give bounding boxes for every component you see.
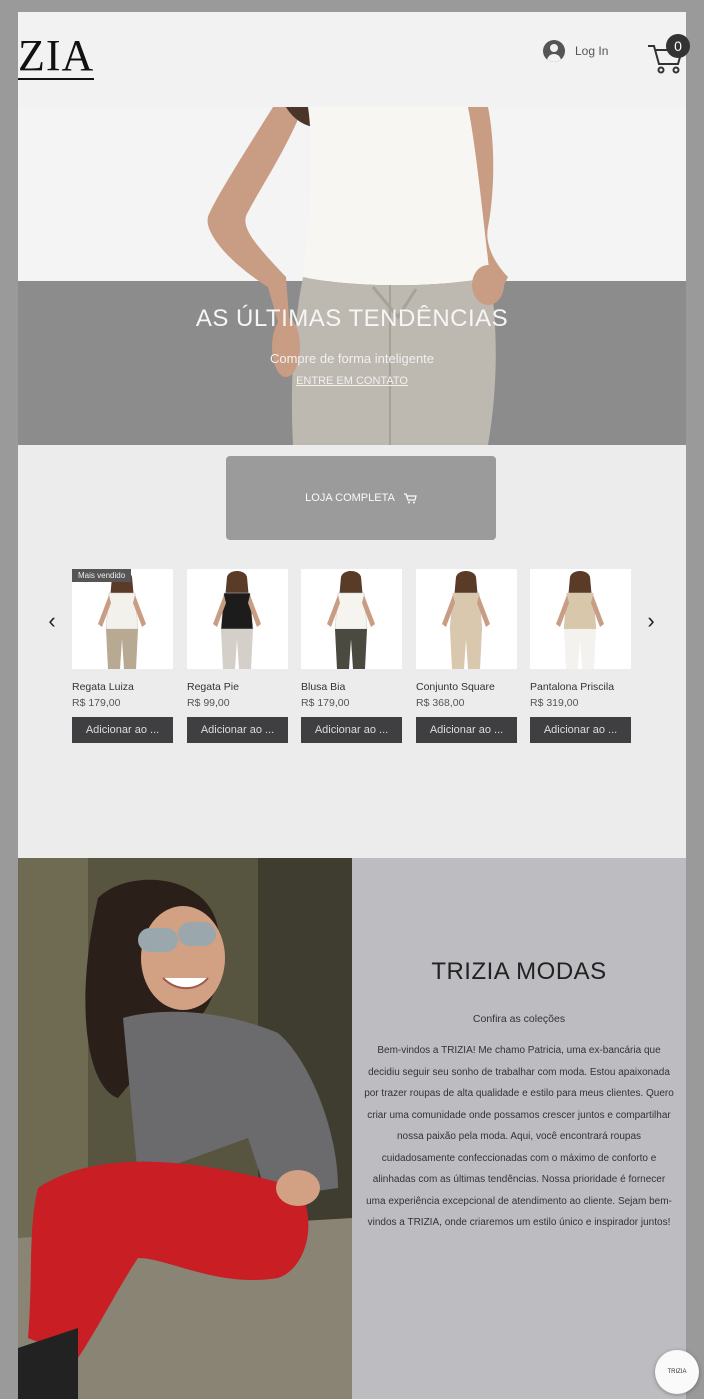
about-subtitle: Confira as coleções [472, 1013, 566, 1025]
hero-banner: AS ÚLTIMAS TENDÊNCIAS Compre de forma in… [18, 107, 686, 445]
chat-button[interactable]: TRIZIA [655, 1350, 699, 1394]
about-body: Bem-vindos a TRIZIA! Me chamo Patricia, … [364, 1045, 674, 1228]
product-name[interactable]: Conjunto Square [416, 681, 517, 693]
product-price: R$ 179,00 [301, 697, 350, 709]
login-button[interactable]: Log In [543, 40, 608, 62]
product-price: R$ 99,00 [187, 697, 230, 709]
product-price: R$ 319,00 [530, 697, 579, 709]
product-card[interactable]: Pantalona Priscila R$ 319,00 Adicionar ao … [530, 569, 631, 743]
page: ZIA Log In AS ÚLTIMAS TENDÊNCIAS Compre … [18, 12, 686, 1399]
contact-link[interactable]: ENTRE EM CONTATO [18, 375, 686, 387]
bestseller-badge: Mais vendido [72, 569, 132, 582]
product-image[interactable] [530, 569, 631, 669]
add-to-cart-button[interactable]: Adicionar ao ... [530, 717, 631, 743]
product-card[interactable]: Regata Pie R$ 99,00 Adicionar ao ... [187, 569, 288, 743]
product-name[interactable]: Regata Luiza [72, 681, 173, 693]
carousel-prev-button[interactable]: ‹ [42, 608, 62, 634]
product-card[interactable]: Blusa Bia R$ 179,00 Adicionar ao ... [301, 569, 402, 743]
product-photo [213, 571, 261, 669]
shop-all-label: LOJA COMPLETA [305, 492, 395, 504]
user-icon [543, 40, 565, 62]
product-price: R$ 368,00 [416, 697, 465, 709]
product-image[interactable] [301, 569, 402, 669]
add-to-cart-button[interactable]: Adicionar ao ... [187, 717, 288, 743]
shop-all-button[interactable]: LOJA COMPLETA [226, 456, 496, 540]
hero-model-image [207, 107, 508, 445]
hero-title: AS ÚLTIMAS TENDÊNCIAS [195, 305, 509, 332]
cart-icon [403, 493, 417, 504]
product-name[interactable]: Pantalona Priscila [530, 681, 631, 693]
cart-count-badge[interactable]: 0 [666, 34, 690, 58]
product-image[interactable] [416, 569, 517, 669]
product-name[interactable]: Regata Pie [187, 681, 288, 693]
product-image[interactable]: Mais vendido [72, 569, 173, 669]
chat-label: TRIZIA [667, 1369, 687, 1375]
about-photo [18, 858, 352, 1399]
hero-subtitle: Compre de forma inteligente [269, 351, 435, 366]
product-card[interactable]: Mais vendido Regata Luiza R$ 179,00 Adicion… [72, 569, 173, 743]
product-photo [327, 571, 375, 669]
add-to-cart-button[interactable]: Adicionar ao ... [416, 717, 517, 743]
product-price: R$ 179,00 [72, 697, 121, 709]
product-photo [556, 571, 604, 669]
carousel-next-button[interactable]: › [641, 608, 661, 634]
product-photo [442, 571, 490, 669]
add-to-cart-button[interactable]: Adicionar ao ... [72, 717, 173, 743]
founder-photo [18, 858, 352, 1399]
logo[interactable]: ZIA [18, 34, 95, 80]
about-panel: TRIZIA MODAS Confira as coleções Bem-vin… [352, 858, 686, 1399]
product-photo [98, 571, 146, 669]
add-to-cart-button[interactable]: Adicionar ao ... [301, 717, 402, 743]
product-card[interactable]: Conjunto Square R$ 368,00 Adicionar ao ... [416, 569, 517, 743]
about-title: TRIZIA MODAS [431, 958, 607, 985]
product-name[interactable]: Blusa Bia [301, 681, 402, 693]
site-header: ZIA Log In [18, 12, 686, 107]
login-label: Log In [575, 44, 609, 58]
product-image[interactable] [187, 569, 288, 669]
